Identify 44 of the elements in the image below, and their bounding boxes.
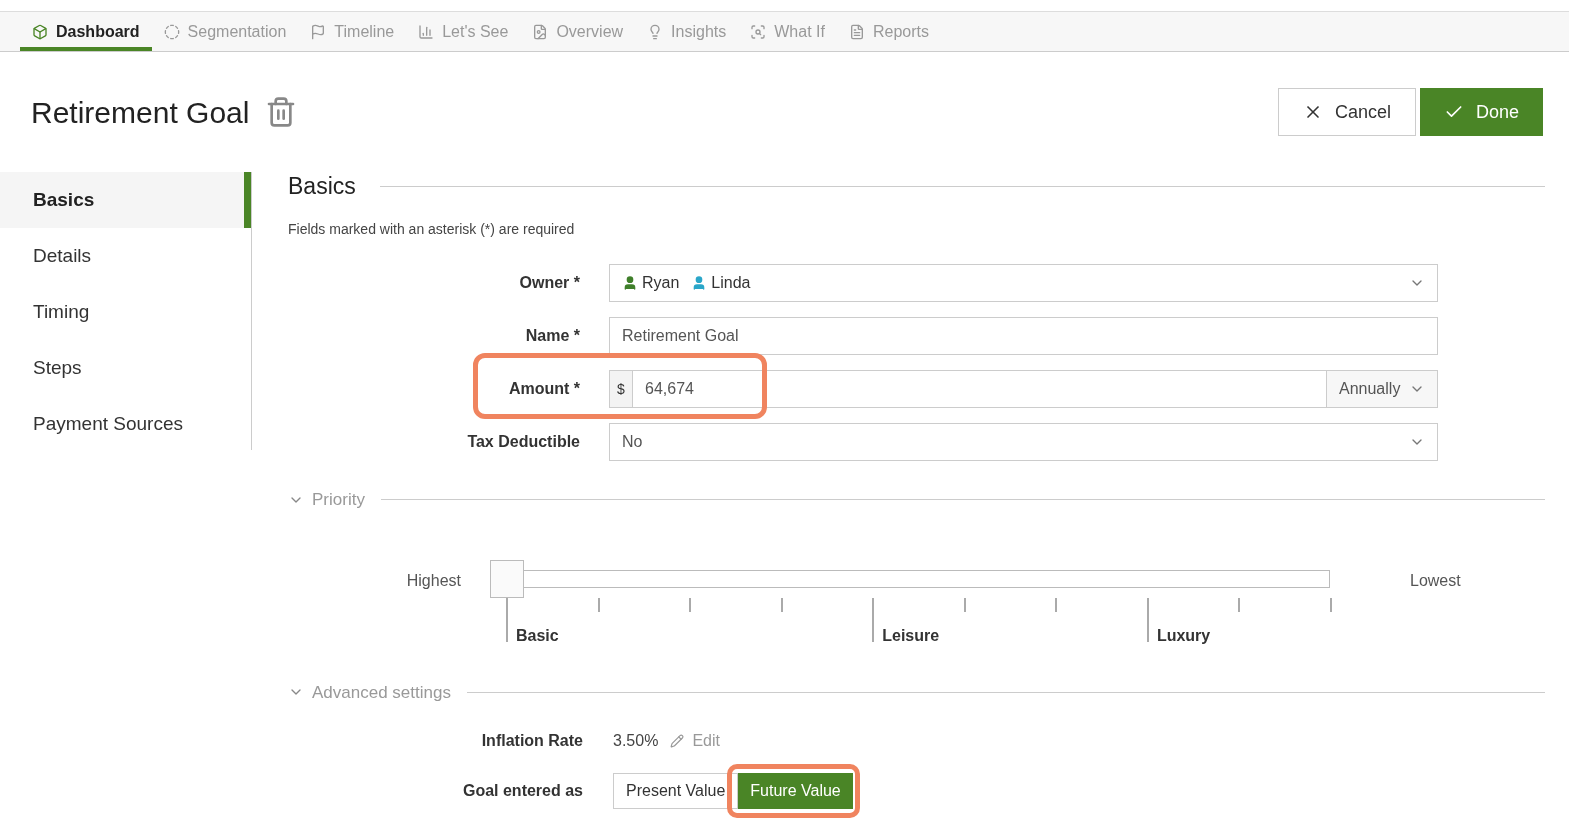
document-icon [532, 23, 549, 40]
scale-label: Highest [406, 571, 461, 589]
flag-icon [310, 23, 327, 40]
ring-icon [163, 23, 180, 40]
chart-icon [750, 23, 767, 40]
currency-prefix: $ [609, 370, 633, 408]
owner-dropdown[interactable]: Ryan Linda [609, 264, 1438, 302]
inflation-value: 3.50% [613, 731, 659, 751]
frequency-dropdown[interactable]: Annually [1327, 370, 1438, 408]
nav-tab[interactable]: Dashboard [20, 12, 152, 51]
owner-name: Linda [711, 273, 751, 293]
field-label: Owner * [519, 274, 580, 291]
pencil-icon [670, 734, 685, 748]
bar-chart-icon [418, 23, 435, 40]
page-title: Retirement Goal [31, 94, 250, 131]
field-label: Inflation Rate [481, 732, 583, 749]
section-title: Basics [288, 171, 356, 201]
field-label: Tax Deductible [467, 433, 580, 450]
section-title: Priority [312, 489, 365, 511]
done-button[interactable]: Done [1419, 88, 1543, 136]
tax-dropdown[interactable]: No [609, 423, 1438, 461]
sidebar-item[interactable]: Payment Sources [0, 396, 251, 452]
sidebar-item[interactable]: Details [0, 228, 251, 284]
priority-marker-label: Leisure [882, 625, 940, 646]
section-title: Advanced settings [312, 681, 451, 704]
priority-marker-label: Luxury [1156, 625, 1211, 646]
toggle-option[interactable]: Present Value [613, 773, 739, 809]
slider-thumb[interactable] [490, 559, 524, 598]
priority-marker-label: Basic [516, 625, 559, 646]
required-note: Fields marked with an asterisk (*) are required [288, 220, 576, 239]
box-icon [32, 23, 48, 40]
field-label: Goal entered as [462, 782, 583, 799]
cancel-button[interactable]: Cancel [1277, 88, 1416, 136]
sidebar-item[interactable]: Steps [0, 340, 251, 396]
name-field[interactable]: Retirement Goal [609, 317, 1438, 355]
amount-field[interactable]: 64,674 [633, 370, 1327, 408]
field-label: Name * [525, 327, 580, 344]
field-label: Amount * [508, 380, 580, 397]
sidebar-item[interactable]: Timing [0, 284, 251, 340]
toggle-option[interactable]: Future Value [738, 773, 853, 809]
owner-name: Ryan [642, 273, 680, 293]
sidebar-item[interactable]: Basics [0, 172, 251, 228]
scale-label: Lowest [1410, 571, 1461, 589]
file-icon [848, 23, 865, 40]
